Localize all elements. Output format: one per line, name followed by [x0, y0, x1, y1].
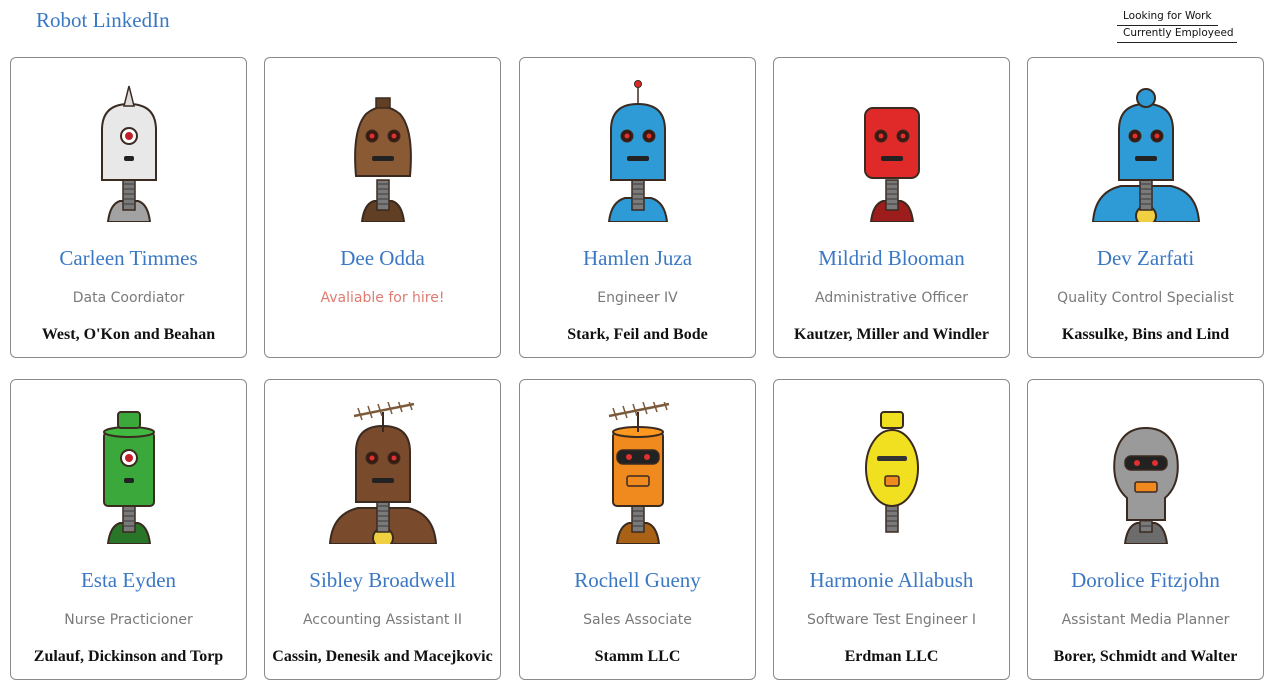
- robot-name[interactable]: Rochell Gueny: [520, 568, 755, 593]
- robot-role: Data Coordiator: [72, 290, 185, 306]
- looking-for-work-link[interactable]: Looking for Work: [1117, 9, 1218, 26]
- robot-card[interactable]: Esta Eyden Nurse Practicioner Zulauf, Di…: [10, 379, 247, 680]
- currently-employed-link[interactable]: Currently Employeed: [1117, 26, 1237, 43]
- robot-card[interactable]: Dee Odda Avaliable for hire!: [264, 57, 501, 358]
- robot-card[interactable]: Dev Zarfati Quality Control Specialist K…: [1027, 57, 1264, 358]
- robot-role: Software Test Engineer I: [806, 612, 977, 628]
- robot-avatar-icon: [1081, 80, 1211, 222]
- robot-company: Stamm LLC: [594, 648, 681, 665]
- robot-name[interactable]: Mildrid Blooman: [774, 246, 1009, 271]
- robot-company: Zulauf, Dickinson and Torp: [33, 648, 224, 665]
- app-title: Robot LinkedIn: [36, 8, 170, 32]
- robot-role: Quality Control Specialist: [1057, 290, 1234, 306]
- robot-avatar-icon: [318, 80, 448, 222]
- robot-company: Stark, Feil and Bode: [567, 326, 708, 343]
- robot-company: Borer, Schmidt and Walter: [1053, 648, 1238, 665]
- robot-card[interactable]: Dorolice Fitzjohn Assistant Media Planne…: [1027, 379, 1264, 680]
- robot-role: Assistant Media Planner: [1061, 612, 1230, 628]
- robot-avatar-icon: [64, 80, 194, 222]
- robot-avatar-icon: [573, 80, 703, 222]
- robot-name[interactable]: Harmonie Allabush: [774, 568, 1009, 593]
- robot-role: Administrative Officer: [815, 290, 968, 306]
- robot-name[interactable]: Dev Zarfati: [1028, 246, 1263, 271]
- robot-card[interactable]: Sibley Broadwell Accounting Assistant II…: [264, 379, 501, 680]
- robot-role: Engineer IV: [597, 290, 678, 306]
- robot-card[interactable]: Hamlen Juza Engineer IV Stark, Feil and …: [519, 57, 756, 358]
- robot-role: Avaliable for hire!: [320, 290, 445, 306]
- robot-company: West, O'Kon and Beahan: [41, 326, 216, 343]
- robot-avatar-icon: [318, 402, 448, 544]
- robot-name[interactable]: Esta Eyden: [11, 568, 246, 593]
- robot-company: Erdman LLC: [844, 648, 939, 665]
- robot-avatar-icon: [64, 402, 194, 544]
- robot-avatar-icon: [573, 402, 703, 544]
- robot-name[interactable]: Sibley Broadwell: [265, 568, 500, 593]
- robot-name[interactable]: Dorolice Fitzjohn: [1028, 568, 1263, 593]
- robot-name[interactable]: Dee Odda: [265, 246, 500, 271]
- robot-card[interactable]: Carleen Timmes Data Coordiator West, O'K…: [10, 57, 247, 358]
- robot-name[interactable]: Carleen Timmes: [11, 246, 246, 271]
- robot-avatar-icon: [1081, 402, 1211, 544]
- robot-avatar-icon: [827, 402, 957, 544]
- robot-role: Nurse Practicioner: [64, 612, 193, 628]
- robot-company: Kautzer, Miller and Windler: [794, 326, 989, 343]
- robot-company: Cassin, Denesik and Macejkovic: [272, 648, 493, 665]
- robot-card[interactable]: Mildrid Blooman Administrative Officer K…: [773, 57, 1010, 358]
- robot-company: Kassulke, Bins and Lind: [1061, 326, 1230, 343]
- filter-links: Looking for Work Currently Employeed: [1117, 9, 1237, 43]
- robot-name[interactable]: Hamlen Juza: [520, 246, 755, 271]
- robot-role: Accounting Assistant II: [302, 612, 463, 628]
- robot-role: Sales Associate: [583, 612, 692, 628]
- robot-card[interactable]: Rochell Gueny Sales Associate Stamm LLC: [519, 379, 756, 680]
- robot-avatar-icon: [827, 80, 957, 222]
- robot-card[interactable]: Harmonie Allabush Software Test Engineer…: [773, 379, 1010, 680]
